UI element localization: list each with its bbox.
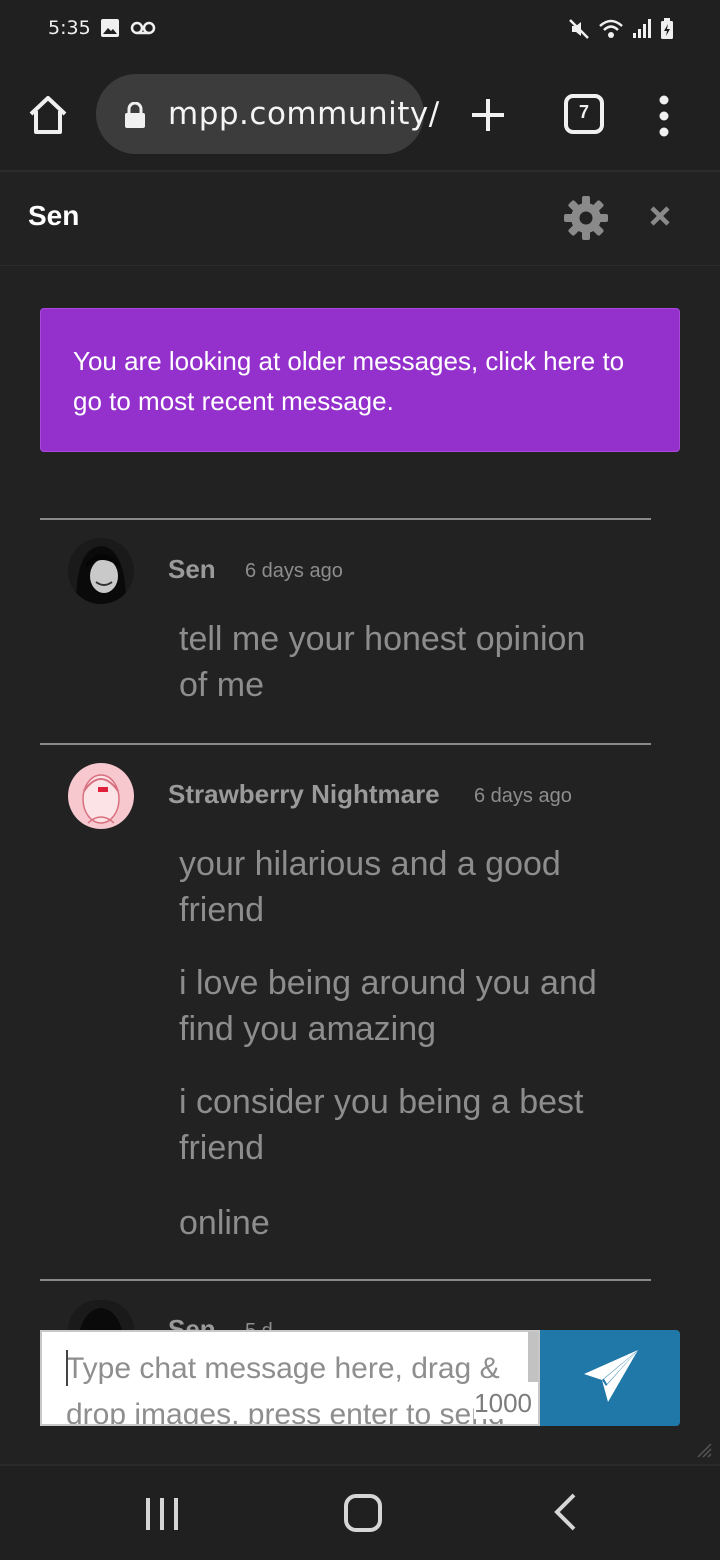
message-timestamp: 5 d bbox=[245, 1320, 273, 1330]
message-divider bbox=[40, 743, 651, 745]
system-nav-bar bbox=[0, 1464, 720, 1560]
message-username[interactable]: Strawberry Nightmare bbox=[168, 779, 440, 810]
avatar[interactable] bbox=[68, 538, 134, 604]
message-timestamp: 6 days ago bbox=[245, 560, 343, 582]
close-icon[interactable] bbox=[646, 202, 674, 230]
address-bar[interactable]: mpp.community/ bbox=[96, 74, 439, 154]
chat-title: Sen bbox=[28, 200, 80, 231]
message-text: your hilarious and a good friend bbox=[179, 845, 561, 929]
gear-icon[interactable] bbox=[562, 194, 610, 242]
battery-charging-icon bbox=[661, 18, 673, 39]
message-timestamp: 6 days ago bbox=[474, 785, 572, 807]
send-button[interactable] bbox=[540, 1330, 680, 1426]
message-text: online bbox=[179, 1204, 270, 1242]
voicemail-icon bbox=[130, 21, 156, 35]
char-limit: 1000 bbox=[474, 1388, 532, 1419]
chat-message-input[interactable]: Type chat message here, drag & drop imag… bbox=[40, 1330, 540, 1426]
message-header-clipped: Sen 5 d bbox=[168, 1314, 368, 1330]
lock-icon bbox=[125, 102, 145, 128]
mute-icon bbox=[569, 19, 589, 39]
message-username[interactable]: Sen bbox=[168, 554, 216, 585]
send-icon bbox=[584, 1350, 638, 1402]
home-icon[interactable] bbox=[26, 93, 70, 137]
url-text: mpp.community/ bbox=[168, 96, 440, 132]
message-username[interactable]: Sen bbox=[168, 1314, 216, 1330]
signal-icon bbox=[633, 19, 651, 38]
message-divider bbox=[40, 518, 651, 520]
message-text: i consider you being a best friend bbox=[179, 1083, 584, 1167]
message-text: tell me your honest opinion of me bbox=[179, 620, 586, 704]
browser-toolbar: mpp.community/ 7 bbox=[0, 60, 720, 170]
chat-input-placeholder: Type chat message here, drag & drop imag… bbox=[66, 1352, 505, 1426]
status-time: 5:35 bbox=[48, 17, 91, 39]
image-icon bbox=[101, 19, 119, 37]
avatar[interactable] bbox=[68, 763, 134, 829]
tabs-icon[interactable]: 7 bbox=[564, 94, 604, 134]
message-divider bbox=[40, 1279, 651, 1281]
chat-panel: Sen You are looking at older messages, c… bbox=[0, 170, 720, 1464]
input-scrollbar[interactable] bbox=[528, 1332, 538, 1382]
status-bar: 5:35 bbox=[0, 0, 720, 60]
older-messages-banner[interactable]: You are looking at older messages, click… bbox=[40, 308, 680, 452]
recents-icon[interactable] bbox=[142, 1494, 182, 1534]
wifi-icon bbox=[599, 19, 623, 38]
chat-header: Sen bbox=[0, 172, 720, 266]
more-vert-icon[interactable] bbox=[648, 92, 680, 140]
back-icon[interactable] bbox=[550, 1492, 580, 1532]
tab-count: 7 bbox=[578, 102, 589, 122]
resize-grip-icon[interactable] bbox=[694, 1440, 712, 1458]
text-caret bbox=[66, 1350, 68, 1386]
older-messages-text: You are looking at older messages, click… bbox=[73, 346, 625, 416]
home-nav-icon[interactable] bbox=[344, 1494, 382, 1532]
avatar[interactable] bbox=[68, 1300, 134, 1330]
message-text: i love being around you and find you ama… bbox=[179, 964, 597, 1048]
plus-icon[interactable] bbox=[466, 93, 510, 137]
